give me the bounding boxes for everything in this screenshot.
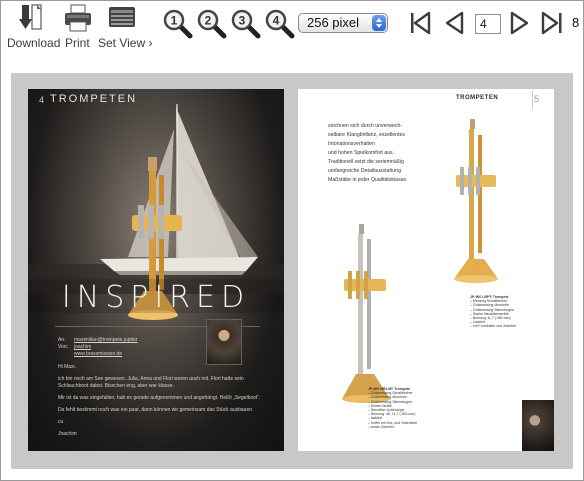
download-button[interactable] <box>19 3 43 35</box>
printer-icon <box>65 4 91 32</box>
trumpet-images <box>342 119 498 403</box>
toolbar: Download Print Set View › 1 2 3 4 256 pi… <box>1 1 583 57</box>
last-page-icon <box>541 11 562 35</box>
zoom-2-text: 2 <box>205 14 212 28</box>
musician-photo <box>522 400 554 451</box>
right-page: TROMPETEN 5 zeichnen sich durch unverwec… <box>298 89 554 451</box>
first-page-icon <box>411 11 431 35</box>
letter-line: Da fehlt bestimmt noch was ein paar, dan… <box>58 407 254 413</box>
zoom-4-button[interactable]: 4 <box>265 9 295 39</box>
zoom-3-button[interactable]: 3 <box>231 9 261 39</box>
set-view-button[interactable] <box>108 3 136 35</box>
email-letter: Hi Maxi, ich bin noch am See gewesen. Ju… <box>58 364 268 443</box>
portrait-photo <box>206 319 242 365</box>
zoom-select-value: 256 pixel <box>307 15 360 30</box>
select-arrows-icon <box>372 15 386 31</box>
letter-line: cu <box>58 419 64 425</box>
zoom-4-text: 4 <box>273 14 280 28</box>
magnifier-icon: 3 <box>231 9 261 39</box>
email-from-label: Von: <box>58 344 69 350</box>
document-viewer[interactable]: 4 TROMPETEN INSPIRED An: maximilian@trom… <box>1 57 583 480</box>
page-number-input[interactable]: 4 <box>475 14 501 34</box>
letter-line: Hi Maxi, <box>58 364 77 370</box>
last-page-button[interactable] <box>541 9 565 37</box>
left-page: 4 TROMPETEN INSPIRED An: maximilian@trom… <box>28 89 284 451</box>
headline: INSPIRED <box>61 280 251 315</box>
letter-line: Joachim <box>58 431 77 437</box>
magnifier-icon: 4 <box>265 9 295 39</box>
spec-lower: JP-600 MBL/II® Trompete – Goldmessing Sc… <box>368 387 417 429</box>
spec-item: – mit Formkoffer und Zubehör <box>470 324 517 329</box>
email-web-link[interactable]: www.brassmission.de <box>74 351 122 357</box>
letter-line: ich bin noch am See gewesen. Julia, Anna… <box>58 376 244 389</box>
pdf-viewer-window: Download Print Set View › 1 2 3 4 256 pi… <box>0 0 584 481</box>
page-spread-frame: 4 TROMPETEN INSPIRED An: maximilian@trom… <box>11 73 573 469</box>
first-page-button[interactable] <box>409 9 431 37</box>
zoom-3-text: 3 <box>239 14 246 28</box>
download-icon <box>19 4 42 30</box>
layout-view-icon <box>109 7 135 27</box>
email-to-label: An: <box>58 337 66 343</box>
previous-page-icon <box>445 11 464 35</box>
download-label: Download <box>7 36 61 50</box>
spec-item: – sowie Zubehör <box>368 424 394 429</box>
set-view-label: Set View › <box>98 36 153 50</box>
next-page-icon <box>510 11 529 35</box>
letter-line: Mir ist da was eingefallen, hab es gerad… <box>58 395 261 401</box>
email-to-value[interactable]: maximilian@trompete.jupiter <box>74 337 137 343</box>
zoom-2-button[interactable]: 2 <box>197 9 227 39</box>
zoom-select[interactable]: 256 pixel <box>298 13 388 33</box>
previous-page-button[interactable] <box>443 9 465 37</box>
print-button[interactable] <box>63 3 93 35</box>
magnifier-icon: 1 <box>163 9 193 39</box>
email-header: An: maximilian@trompete.jupiter Von: joach… <box>58 337 137 358</box>
zoom-1-button[interactable]: 1 <box>163 9 193 39</box>
zoom-1-text: 1 <box>171 14 178 28</box>
print-label: Print <box>65 36 90 50</box>
total-pages: 8 <box>572 15 580 30</box>
magnifier-icon: 2 <box>197 9 227 39</box>
next-page-button[interactable] <box>509 9 531 37</box>
email-from-value[interactable]: joachim <box>74 344 91 350</box>
spec-upper: JP-900 LBP® Trompete – Messing Schallbec… <box>470 295 516 329</box>
